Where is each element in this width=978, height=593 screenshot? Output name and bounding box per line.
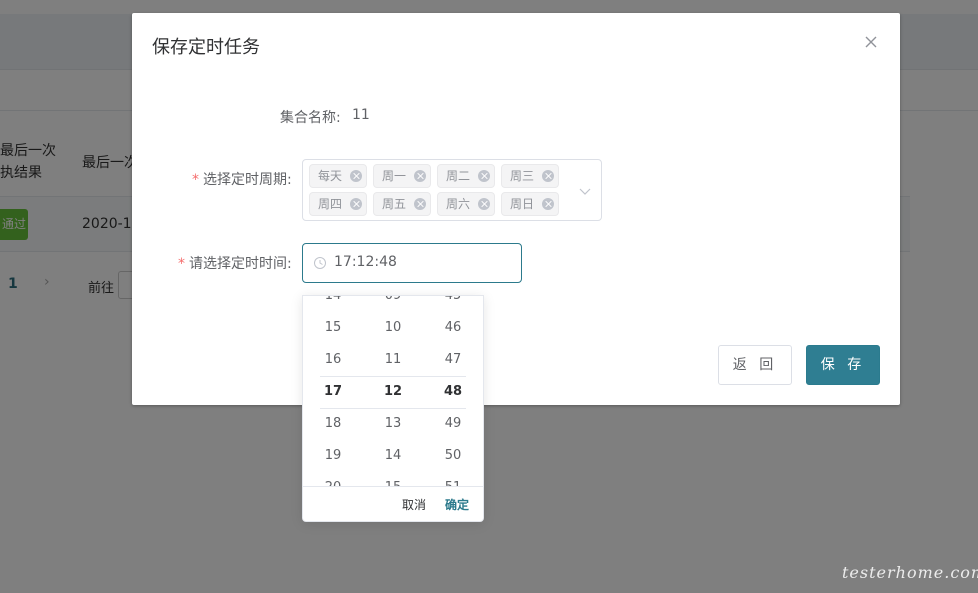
second-cell[interactable]: 50 bbox=[423, 440, 483, 472]
tag-period: 周三 bbox=[501, 164, 559, 188]
tag-period: 周六 bbox=[437, 192, 495, 216]
close-icon[interactable] bbox=[862, 33, 880, 51]
minute-cell[interactable]: 10 bbox=[363, 312, 423, 344]
minute-cell[interactable]: 14 bbox=[363, 440, 423, 472]
tag-label: 周三 bbox=[510, 169, 535, 183]
period-label: * 选择定时周期: bbox=[192, 169, 292, 189]
tag-close-icon[interactable] bbox=[350, 170, 362, 182]
tag-period: 周日 bbox=[501, 192, 559, 216]
tag-period: 每天 bbox=[309, 164, 367, 188]
second-cell[interactable]: 45 bbox=[423, 296, 483, 312]
hour-cell[interactable]: 20 bbox=[303, 472, 363, 486]
tag-close-icon[interactable] bbox=[478, 198, 490, 210]
minute-cell[interactable]: 09 bbox=[363, 296, 423, 312]
back-button[interactable]: 返 回 bbox=[718, 345, 792, 385]
tag-close-icon[interactable] bbox=[542, 198, 554, 210]
tag-period: 周四 bbox=[309, 192, 367, 216]
tag-close-icon[interactable] bbox=[414, 170, 426, 182]
tag-label: 周二 bbox=[446, 169, 471, 183]
picker-confirm-button[interactable]: 确定 bbox=[445, 496, 469, 513]
period-label-text: 选择定时周期: bbox=[203, 172, 292, 188]
clock-icon bbox=[314, 257, 326, 269]
hour-cell-selected[interactable]: 17 bbox=[303, 376, 363, 408]
time-label: * 请选择定时时间: bbox=[178, 253, 292, 273]
minute-cell-selected[interactable]: 12 bbox=[363, 376, 423, 408]
required-mark: * bbox=[178, 256, 185, 272]
second-cell-selected[interactable]: 48 bbox=[423, 376, 483, 408]
hour-cell[interactable]: 16 bbox=[303, 344, 363, 376]
time-label-text: 请选择定时时间: bbox=[189, 256, 292, 272]
time-picker-panel: 14 15 16 17 18 19 20 09 10 11 12 13 14 1… bbox=[302, 295, 484, 522]
hour-cell[interactable]: 18 bbox=[303, 408, 363, 440]
tag-close-icon[interactable] bbox=[478, 170, 490, 182]
tag-label: 每天 bbox=[318, 169, 343, 183]
hour-cell[interactable]: 14 bbox=[303, 296, 363, 312]
collection-name-label: 集合名称: bbox=[280, 110, 341, 126]
required-mark: * bbox=[192, 172, 199, 188]
hours-column[interactable]: 14 15 16 17 18 19 20 bbox=[303, 296, 363, 486]
save-schedule-dialog: 保存定时任务 集合名称: 11 * 选择定时周期: 每天 周一 周二 周三 周四 … bbox=[132, 13, 900, 405]
second-cell[interactable]: 46 bbox=[423, 312, 483, 344]
tag-label: 周六 bbox=[446, 197, 471, 211]
dialog-title: 保存定时任务 bbox=[152, 37, 260, 58]
minute-cell[interactable]: 11 bbox=[363, 344, 423, 376]
time-input-value: 17:12:48 bbox=[334, 254, 397, 270]
minute-cell[interactable]: 13 bbox=[363, 408, 423, 440]
selection-top-line bbox=[320, 376, 466, 377]
second-cell[interactable]: 47 bbox=[423, 344, 483, 376]
second-cell[interactable]: 49 bbox=[423, 408, 483, 440]
tag-label: 周日 bbox=[510, 197, 535, 211]
seconds-column[interactable]: 45 46 47 48 49 50 51 bbox=[423, 296, 483, 486]
tag-period: 周二 bbox=[437, 164, 495, 188]
hour-cell[interactable]: 15 bbox=[303, 312, 363, 344]
tag-close-icon[interactable] bbox=[414, 198, 426, 210]
tag-period: 周一 bbox=[373, 164, 431, 188]
minutes-column[interactable]: 09 10 11 12 13 14 15 bbox=[363, 296, 423, 486]
tag-close-icon[interactable] bbox=[542, 170, 554, 182]
tag-close-icon[interactable] bbox=[350, 198, 362, 210]
save-button[interactable]: 保 存 bbox=[806, 345, 880, 385]
tag-label: 周四 bbox=[318, 197, 343, 211]
chevron-down-icon[interactable] bbox=[578, 184, 592, 198]
minute-cell[interactable]: 15 bbox=[363, 472, 423, 486]
time-picker-footer: 取消 确定 bbox=[303, 486, 483, 521]
period-multi-select[interactable]: 每天 周一 周二 周三 周四 周五 周六 周日 bbox=[302, 159, 602, 221]
watermark: testerhome.com bbox=[842, 563, 978, 582]
picker-cancel-button[interactable]: 取消 bbox=[402, 496, 426, 513]
collection-name-value: 11 bbox=[352, 107, 370, 123]
hour-cell[interactable]: 19 bbox=[303, 440, 363, 472]
second-cell[interactable]: 51 bbox=[423, 472, 483, 486]
tag-label: 周五 bbox=[382, 197, 407, 211]
time-input[interactable]: 17:12:48 bbox=[302, 243, 522, 283]
tag-period: 周五 bbox=[373, 192, 431, 216]
tag-label: 周一 bbox=[382, 169, 407, 183]
selection-bottom-line bbox=[320, 408, 466, 409]
time-spinner: 14 15 16 17 18 19 20 09 10 11 12 13 14 1… bbox=[303, 296, 483, 486]
